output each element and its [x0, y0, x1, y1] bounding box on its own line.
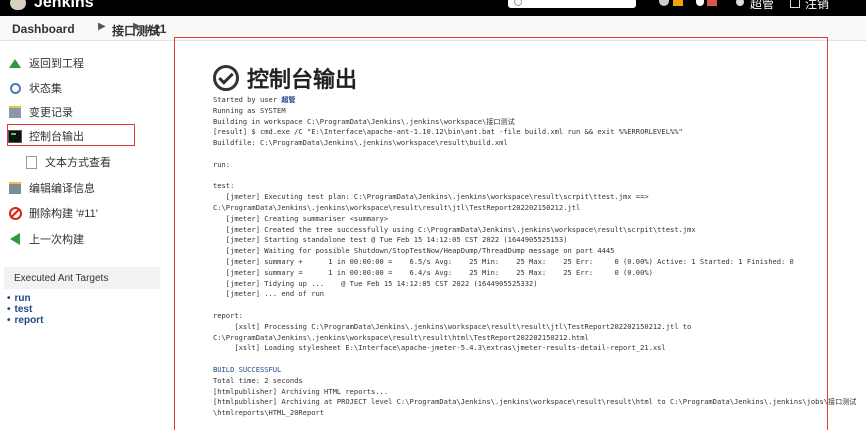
breadcrumb-separator: ▶	[133, 21, 141, 32]
sidebar-item-console-output[interactable]: 控制台输出	[8, 126, 84, 146]
terminal-icon	[8, 129, 22, 143]
security-badge[interactable]	[707, 0, 717, 6]
logout-icon	[790, 0, 800, 8]
search-input[interactable]	[508, 0, 636, 8]
sidebar-item-previous-build[interactable]: 上一次构建	[8, 229, 84, 249]
search-icon	[8, 82, 22, 94]
ant-targets-header: Executed Ant Targets	[4, 267, 160, 289]
sidebar-item-plain-text[interactable]: 文本方式查看	[24, 152, 111, 172]
sidebar: 返回到工程 状态集 变更记录 控制台输出 文本方式查看 编辑编译信息 删除构建 …	[0, 41, 166, 430]
sidebar-item-back-to-project[interactable]: 返回到工程	[8, 53, 84, 73]
shield-icon[interactable]	[696, 0, 704, 6]
changes-icon	[8, 106, 22, 118]
jenkins-logo-text[interactable]: Jenkins	[34, 0, 94, 12]
sidebar-item-delete-build[interactable]: 删除构建 '#11'	[8, 203, 98, 223]
help-icon[interactable]	[659, 0, 669, 6]
text-file-icon	[24, 155, 38, 169]
user-link[interactable]: 超管	[750, 0, 774, 12]
ant-target-link[interactable]: run	[7, 293, 31, 304]
logout-link[interactable]: 注销	[805, 0, 829, 12]
console-build-status: BUILD SUCCESSFUL	[213, 364, 282, 374]
sidebar-item-label: 控制台输出	[29, 131, 84, 143]
ant-target-link[interactable]: report	[7, 315, 44, 326]
sidebar-item-edit-build-info[interactable]: 编辑编译信息	[8, 178, 95, 198]
page-title-text: 控制台输出	[247, 67, 358, 92]
jenkins-logo-icon[interactable]	[10, 0, 26, 10]
console-user-link[interactable]: 超管	[281, 95, 295, 104]
sidebar-item-changes[interactable]: 变更记录	[8, 102, 73, 122]
sidebar-item-label: 文本方式查看	[45, 157, 111, 169]
page-title: 控制台输出	[213, 62, 357, 94]
user-icon	[736, 0, 744, 6]
edit-icon	[8, 182, 22, 194]
previous-arrow-icon	[8, 233, 22, 245]
breadcrumb-separator: ▶	[98, 21, 106, 32]
console-started-prefix: Started by user	[213, 95, 282, 104]
sidebar-item-label: 上一次构建	[29, 234, 84, 246]
console-output: Started by user 超管 Running as SYSTEM Bui…	[213, 95, 856, 419]
sidebar-item-label: 删除构建 '#11'	[29, 208, 98, 220]
breadcrumb-dashboard[interactable]: Dashboard	[12, 22, 75, 36]
sidebar-item-status[interactable]: 状态集	[8, 78, 62, 98]
sidebar-item-label: 编辑编译信息	[29, 183, 95, 195]
sidebar-item-label: 返回到工程	[29, 58, 84, 70]
console-lines-b: Total time: 2 seconds [htmlpublisher] Ar…	[213, 375, 857, 418]
ant-target-link[interactable]: test	[7, 304, 33, 315]
delete-icon	[8, 206, 22, 220]
console-lines-a: Running as SYSTEM Building in workspace …	[213, 105, 794, 353]
top-header: Jenkins 超管 注销	[0, 0, 866, 16]
notification-badge[interactable]	[673, 0, 683, 6]
sidebar-item-label: 状态集	[29, 83, 62, 95]
sidebar-item-label: 变更记录	[29, 107, 73, 119]
check-circle-icon	[213, 65, 239, 91]
up-arrow-icon	[8, 57, 22, 69]
breadcrumb-build[interactable]: #11	[147, 22, 166, 36]
